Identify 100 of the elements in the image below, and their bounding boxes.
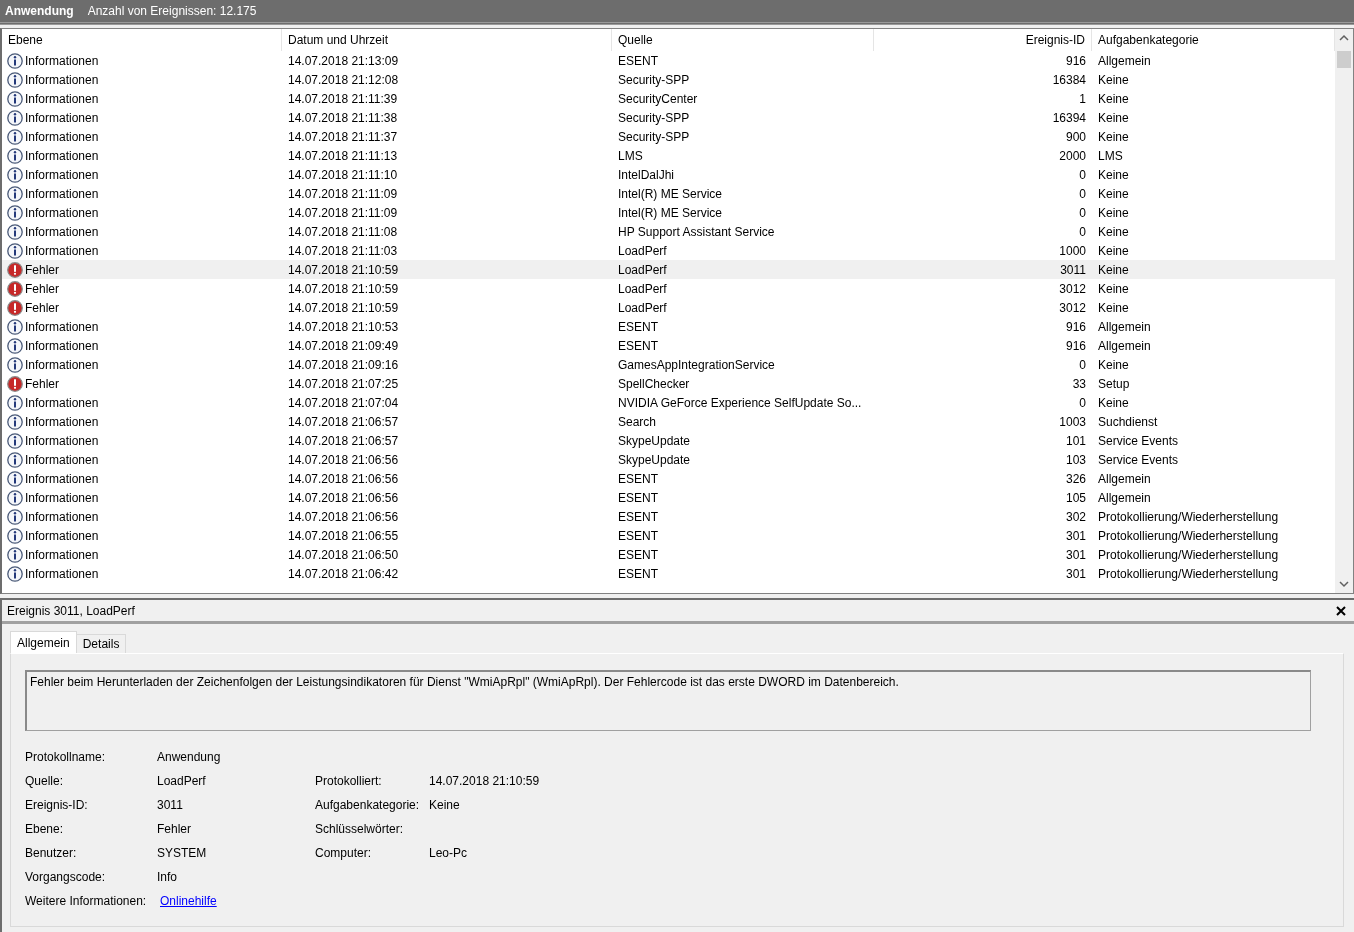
table-cell-text: 14.07.2018 21:06:50	[287, 546, 400, 564]
table-cell-text: 2000	[1058, 147, 1087, 165]
event-row[interactable]: Fehler 14.07.2018 21:10:59 LoadPerf 3011 Keine	[2, 260, 1335, 279]
field-value: SYSTEM	[157, 846, 208, 860]
table-cell: Fehler	[25, 262, 59, 277]
table-cell-text: ESENT	[617, 527, 659, 545]
tab[interactable]: Details	[75, 634, 127, 653]
info-icon	[7, 413, 23, 430]
table-cell: Informationen	[25, 167, 99, 182]
table-cell-text: 14.07.2018 21:11:09	[287, 185, 399, 203]
field-label: Benutzer:	[25, 846, 78, 860]
info-icon	[7, 185, 23, 202]
table-cell: Informationen	[25, 395, 99, 410]
table-cell-text: Keine	[1097, 299, 1130, 317]
table-cell-text: 0	[1078, 356, 1087, 374]
table-cell-text: 916	[1064, 318, 1087, 336]
table-cell-text: SkypeUpdate	[617, 432, 692, 450]
table-cell-text: 0	[1078, 223, 1087, 241]
table-cell: Informationen	[25, 547, 99, 562]
table-cell-text: 900	[1064, 128, 1087, 146]
table-cell-text: 16384	[1051, 71, 1087, 89]
table-cell-text: 14.07.2018 21:11:37	[287, 128, 399, 146]
table-cell-text: 14.07.2018 21:09:49	[287, 337, 400, 355]
table-cell-text: 14.07.2018 21:11:38	[287, 109, 399, 127]
table-cell: Informationen	[25, 53, 99, 68]
info-icon	[7, 451, 23, 468]
error-icon	[7, 299, 23, 316]
table-cell-text: ESENT	[617, 318, 659, 336]
info-icon	[7, 565, 23, 582]
table-cell: Informationen	[25, 91, 99, 106]
table-cell-text: SpellChecker	[617, 375, 691, 393]
table-cell-text: Allgemein	[1097, 470, 1152, 488]
table-cell-text: 301	[1064, 565, 1087, 583]
info-icon	[7, 128, 23, 145]
field-label: Quelle:	[25, 774, 65, 788]
table-cell-text: 0	[1078, 204, 1087, 222]
table-cell-text: LoadPerf	[617, 261, 668, 279]
scroll-thumb[interactable]	[1337, 51, 1351, 68]
table-cell-text: Intel(R) ME Service	[617, 204, 724, 222]
table-cell-text: 14.07.2018 21:06:42	[287, 565, 400, 583]
table-cell-text: Protokollierung/Wiederherstellung	[1097, 508, 1280, 526]
info-icon	[7, 546, 23, 563]
field-value: Info	[157, 870, 178, 884]
table-cell: Informationen	[25, 243, 99, 258]
field-label: Computer:	[315, 846, 373, 860]
table-cell-text: Setup	[1097, 375, 1131, 393]
table-cell-text: Keine	[1097, 280, 1130, 298]
table-cell-text: 14.07.2018 21:10:59	[287, 280, 400, 298]
info-icon	[7, 489, 23, 506]
info-icon	[7, 204, 23, 221]
table-cell: Informationen	[25, 566, 99, 581]
table-cell: Informationen	[25, 528, 99, 543]
table-cell: Informationen	[25, 433, 99, 448]
table-cell-text: 105	[1064, 489, 1087, 507]
table-cell-text: Suchdienst	[1097, 413, 1159, 431]
tab[interactable]: Allgemein	[10, 631, 77, 653]
scrollbar[interactable]	[1335, 29, 1353, 593]
table-cell-text: Service Events	[1097, 451, 1180, 469]
table-cell-text: ESENT	[617, 546, 659, 564]
table-cell-text: 14.07.2018 21:06:56	[287, 451, 400, 469]
field-label: Weitere Informationen:	[25, 894, 148, 908]
field-label: Aufgabenkategorie:	[315, 798, 421, 812]
table-cell: Informationen	[25, 205, 99, 220]
table-cell-text: ESENT	[617, 565, 659, 583]
table-cell-text: 14.07.2018 21:09:16	[287, 356, 400, 374]
table-cell: Informationen	[25, 110, 99, 125]
table-cell: Informationen	[25, 509, 99, 524]
table-cell-text: 103	[1064, 451, 1087, 469]
table-cell-text: Allgemein	[1097, 489, 1152, 507]
table-cell-text: Keine	[1097, 166, 1130, 184]
table-cell-text: Protokollierung/Wiederherstellung	[1097, 565, 1280, 583]
table-cell-text: 301	[1064, 527, 1087, 545]
field-value: Fehler	[157, 822, 192, 836]
table-cell-text: Protokollierung/Wiederherstellung	[1097, 527, 1280, 545]
log-name: Anwendung	[5, 4, 74, 18]
table-cell-text: 14.07.2018 21:07:04	[287, 394, 400, 412]
table-cell: Informationen	[25, 490, 99, 505]
table-cell-text: 0	[1078, 185, 1087, 203]
close-button[interactable]	[1336, 603, 1346, 618]
field-label: Vorgangscode:	[25, 870, 107, 884]
table-cell-text: Service Events	[1097, 432, 1180, 450]
table-cell-text: 14.07.2018 21:07:25	[287, 375, 400, 393]
help-link[interactable]: Onlinehilfe	[160, 894, 217, 908]
table-cell-text: 916	[1064, 337, 1087, 355]
table-cell-text: 302	[1064, 508, 1087, 526]
table-cell-text: 16394	[1051, 109, 1087, 127]
info-icon	[7, 166, 23, 183]
table-cell-text: 301	[1064, 546, 1087, 564]
table-cell: Informationen	[25, 338, 99, 353]
table-cell: Informationen	[25, 148, 99, 163]
table-cell-text: SecurityCenter	[617, 90, 699, 108]
field-value: 14.07.2018 21:10:59	[429, 774, 541, 788]
table-cell: Informationen	[25, 186, 99, 201]
table-cell-text: 14.07.2018 21:12:08	[287, 71, 400, 89]
table-cell-text: Keine	[1097, 128, 1130, 146]
table-cell-text: 14.07.2018 21:10:59	[287, 261, 400, 279]
close-icon	[1336, 605, 1346, 616]
table-cell-text: 916	[1064, 52, 1087, 70]
table-cell-text: 1000	[1058, 242, 1087, 260]
field-value: Anwendung	[157, 750, 222, 764]
